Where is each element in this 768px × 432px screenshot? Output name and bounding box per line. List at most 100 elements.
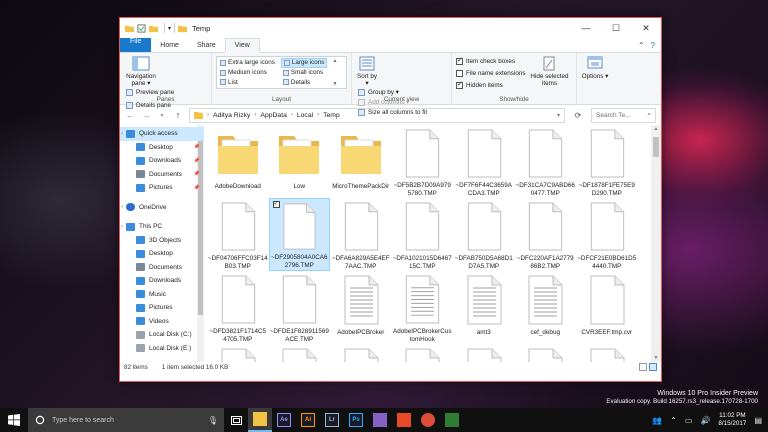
action-center-icon[interactable]: ▤	[754, 416, 762, 425]
gallery-down-icon[interactable]: ▼	[332, 81, 337, 87]
crumb-separator-icon[interactable]: ›	[207, 112, 209, 118]
nav-item[interactable]: Local Disk (C:)	[120, 328, 204, 342]
network-icon[interactable]: ▭	[685, 416, 693, 425]
new-folder-icon[interactable]	[149, 24, 158, 33]
taskbar-search[interactable]: Type here to search 🎙	[28, 408, 224, 432]
illustrator-app[interactable]: Ai	[296, 408, 320, 432]
file-item[interactable]: AdobeIPCBroker	[330, 271, 392, 344]
item-check-boxes-checkbox[interactable]	[456, 56, 463, 65]
item-check-boxes-toggle[interactable]: Item check boxes	[456, 56, 526, 66]
folder-item[interactable]: AdobeDownload	[207, 125, 269, 198]
office-app[interactable]	[392, 408, 416, 432]
file-item[interactable]	[453, 344, 515, 362]
nav-item[interactable]: Desktop	[120, 247, 204, 261]
quick-access-dropdown-icon[interactable]: ▾	[168, 25, 171, 32]
nav-item[interactable]: Pictures	[120, 301, 204, 315]
xbox-app[interactable]	[440, 408, 464, 432]
file-name-extensions-toggle[interactable]: File name extensions	[456, 68, 526, 78]
chrome-app[interactable]	[416, 408, 440, 432]
nav-item[interactable]: Music	[120, 288, 204, 302]
scroll-down-icon[interactable]: ▼	[651, 355, 661, 361]
breadcrumb-local[interactable]: Local	[297, 112, 313, 119]
maximize-button[interactable]: ☐	[601, 18, 631, 38]
tab-home[interactable]: Home	[151, 38, 188, 52]
properties-icon[interactable]	[137, 23, 146, 33]
crumb-separator-icon[interactable]: ›	[291, 112, 293, 118]
collapse-ribbon-icon[interactable]: ⌃	[638, 41, 645, 50]
breadcrumb-appdata[interactable]: AppData	[260, 112, 286, 119]
file-item[interactable]: ~DF7F6F44C3659ACDA3.TMP	[453, 125, 515, 198]
navigation-pane-button[interactable]: Navigation pane ▾	[124, 56, 158, 87]
file-item[interactable]: ~DFA1021015D646715C.TMP	[392, 198, 454, 271]
hidden-items-checkbox[interactable]	[456, 80, 463, 89]
refresh-icon[interactable]: ⟳	[571, 111, 585, 120]
content-scrollbar[interactable]: ▲ ▼	[651, 125, 661, 362]
file-item[interactable]: ~DFC220AF1A277986B2.TMP	[515, 198, 577, 271]
file-item[interactable]	[330, 344, 392, 362]
file-item[interactable]	[392, 344, 454, 362]
volume-icon[interactable]: 🔊	[700, 416, 710, 425]
close-button[interactable]: ✕	[631, 18, 661, 38]
nav-item[interactable]: Desktop 📌	[120, 141, 204, 155]
people-icon[interactable]: 👥	[652, 416, 662, 425]
hide-selected-items-button[interactable]: Hide selected items	[529, 56, 569, 87]
crumb-separator-icon[interactable]: ›	[317, 112, 319, 118]
gallery-up-icon[interactable]: ▲	[332, 58, 337, 64]
visual-studio-app[interactable]	[368, 408, 392, 432]
nav-item[interactable]: Documents 📌	[120, 168, 204, 182]
nav-item[interactable]: Videos	[120, 315, 204, 329]
item-checkbox[interactable]: ✓	[272, 201, 280, 208]
file-explorer-app[interactable]	[248, 408, 272, 432]
file-item[interactable]	[269, 344, 331, 362]
title-bar[interactable]: ▾ Temp — ☐ ✕	[120, 18, 661, 38]
up-arrow-icon[interactable]: ↑	[173, 110, 183, 120]
folder-item[interactable]: MicroThemePackDir	[330, 125, 392, 198]
file-item[interactable]: ~DF5B2B7D09A9795780.TMP	[392, 125, 454, 198]
expand-chevron-icon[interactable]: ›	[121, 204, 123, 210]
crumb-separator-icon[interactable]: ›	[254, 112, 256, 118]
clock[interactable]: 11:02 PM 8/15/2017	[718, 412, 746, 428]
nav-item[interactable]: Local Disk (E:)	[120, 342, 204, 356]
recent-locations-icon[interactable]: ▾	[157, 112, 167, 119]
after-effects-app[interactable]: Ae	[272, 408, 296, 432]
file-item[interactable]: ~DFAB750D5A68D1D7A5.TMP	[453, 198, 515, 271]
nav-item[interactable]: › This PC	[120, 220, 204, 234]
photoshop-app[interactable]: Ps	[344, 408, 368, 432]
tab-view[interactable]: View	[224, 38, 260, 53]
layout-large-icons[interactable]: Large icons	[280, 58, 328, 68]
file-item[interactable]: amt3	[453, 271, 515, 344]
address-dropdown-icon[interactable]: ▾	[557, 112, 560, 119]
large-icons-view-toggle[interactable]	[649, 363, 657, 371]
file-item[interactable]	[515, 344, 577, 362]
tab-file[interactable]: File	[120, 38, 152, 52]
sort-by-button[interactable]: Sort by ▾	[356, 56, 378, 87]
file-item[interactable]: ~DF31CA7C9ABD660477.TMP	[515, 125, 577, 198]
file-item[interactable]	[207, 344, 269, 362]
details-view-toggle[interactable]	[639, 363, 647, 371]
layout-details[interactable]: Details	[281, 77, 328, 87]
nav-item[interactable]: 3D Objects	[120, 234, 204, 248]
file-item[interactable]: ~DF1878F1FE75E9D290.TMP	[576, 125, 638, 198]
search-input[interactable]: Search Te... ⌕	[591, 107, 656, 123]
file-item[interactable]: ✓ ~DF2905804A0CA62796.TMP	[268, 198, 330, 271]
tab-share[interactable]: Share	[188, 38, 225, 52]
folder-item[interactable]: Low	[269, 125, 331, 198]
lightroom-app[interactable]: Lr	[320, 408, 344, 432]
show-hidden-icons-icon[interactable]: ⌃	[670, 416, 677, 425]
size-columns-button[interactable]: Size all columns to fit	[358, 107, 427, 117]
file-name-extensions-checkbox[interactable]	[456, 69, 463, 77]
hidden-items-toggle[interactable]: Hidden items	[456, 80, 526, 90]
layout-medium-icons[interactable]: Medium icons	[218, 68, 277, 78]
task-view-button[interactable]	[224, 408, 248, 432]
layout-gallery-scroll[interactable]: ▲ ▼	[331, 58, 338, 87]
nav-item[interactable]: Downloads 📌	[120, 154, 204, 168]
layout-small-icons[interactable]: Small icons	[281, 68, 328, 78]
breadcrumb-user[interactable]: Aditya Rizky	[213, 112, 250, 119]
file-item[interactable]: CVR3EEF.tmp.cvr	[576, 271, 638, 344]
file-item[interactable]	[576, 344, 638, 362]
microphone-icon[interactable]: 🎙	[208, 416, 218, 425]
forward-arrow-icon[interactable]: →	[141, 110, 151, 120]
start-button[interactable]	[0, 408, 28, 432]
file-item[interactable]: ~DFCF21E0BD61D54440.TMP	[576, 198, 638, 271]
nav-item[interactable]: › Quick access	[120, 127, 204, 141]
